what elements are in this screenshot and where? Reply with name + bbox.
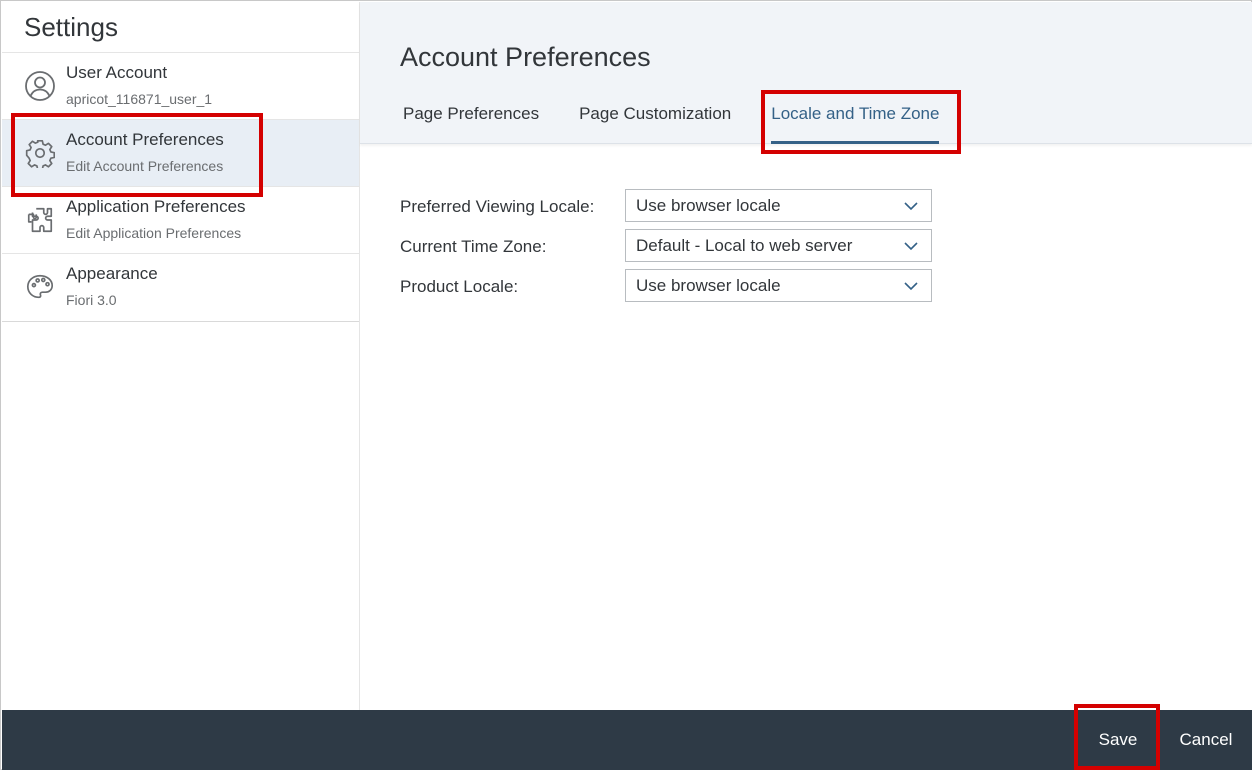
tab-bar: Page Preferences Page Customization Loca… xyxy=(400,100,979,144)
time-zone-select[interactable]: Default - Local to web server xyxy=(625,229,932,262)
settings-main: Account Preferences Page Preferences Pag… xyxy=(360,2,1252,710)
save-button[interactable]: Save xyxy=(1078,710,1158,770)
tab-locale-and-time-zone[interactable]: Locale and Time Zone xyxy=(771,100,940,144)
settings-dialog: Settings User Account apricot_116871_use… xyxy=(0,0,1252,770)
sidebar-item-subtitle: Edit Application Preferences xyxy=(66,225,242,241)
sidebar-item-account-preferences[interactable]: Account Preferences Edit Account Prefere… xyxy=(2,120,359,187)
sidebar-item-title: Application Preferences xyxy=(66,197,246,216)
sidebar-item-subtitle: Edit Account Preferences xyxy=(66,158,224,174)
main-header: Account Preferences Page Preferences Pag… xyxy=(360,2,1252,144)
sidebar-item-title: User Account xyxy=(66,63,168,82)
dialog-footer: Save Cancel xyxy=(2,710,1252,770)
time-zone-label: Current Time Zone: xyxy=(400,237,547,256)
sidebar-item-subtitle: apricot_116871_user_1 xyxy=(66,91,213,107)
viewing-locale-select[interactable]: Use browser locale xyxy=(625,189,932,222)
app-puzzle-icon xyxy=(24,204,56,236)
select-value: Use browser locale xyxy=(636,196,781,215)
select-value: Default - Local to web server xyxy=(636,236,853,255)
page-title: Account Preferences xyxy=(400,42,651,72)
sidebar-item-appearance[interactable]: Appearance Fiori 3.0 xyxy=(2,254,359,321)
user-circle-icon xyxy=(24,70,56,102)
sidebar-item-user-account[interactable]: User Account apricot_116871_user_1 xyxy=(2,53,359,120)
sidebar-list: User Account apricot_116871_user_1 Accou… xyxy=(2,52,359,322)
chevron-down-icon xyxy=(904,282,918,291)
gear-icon xyxy=(24,137,56,169)
cancel-button[interactable]: Cancel xyxy=(1164,710,1248,770)
chevron-down-icon xyxy=(904,242,918,251)
viewing-locale-label: Preferred Viewing Locale: xyxy=(400,197,595,216)
sidebar-item-application-preferences[interactable]: Application Preferences Edit Application… xyxy=(2,187,359,254)
sidebar-item-title: Account Preferences xyxy=(66,130,224,149)
tab-page-preferences[interactable]: Page Preferences xyxy=(403,100,539,144)
sidebar-item-title: Appearance xyxy=(66,264,158,283)
tab-page-customization[interactable]: Page Customization xyxy=(579,100,731,144)
product-locale-select[interactable]: Use browser locale xyxy=(625,269,932,302)
sidebar-title: Settings xyxy=(24,12,118,42)
settings-sidebar: Settings User Account apricot_116871_use… xyxy=(2,2,360,710)
select-value: Use browser locale xyxy=(636,276,781,295)
chevron-down-icon xyxy=(904,202,918,211)
sidebar-item-subtitle: Fiori 3.0 xyxy=(66,292,117,308)
product-locale-label: Product Locale: xyxy=(400,277,519,296)
palette-icon xyxy=(24,271,56,303)
